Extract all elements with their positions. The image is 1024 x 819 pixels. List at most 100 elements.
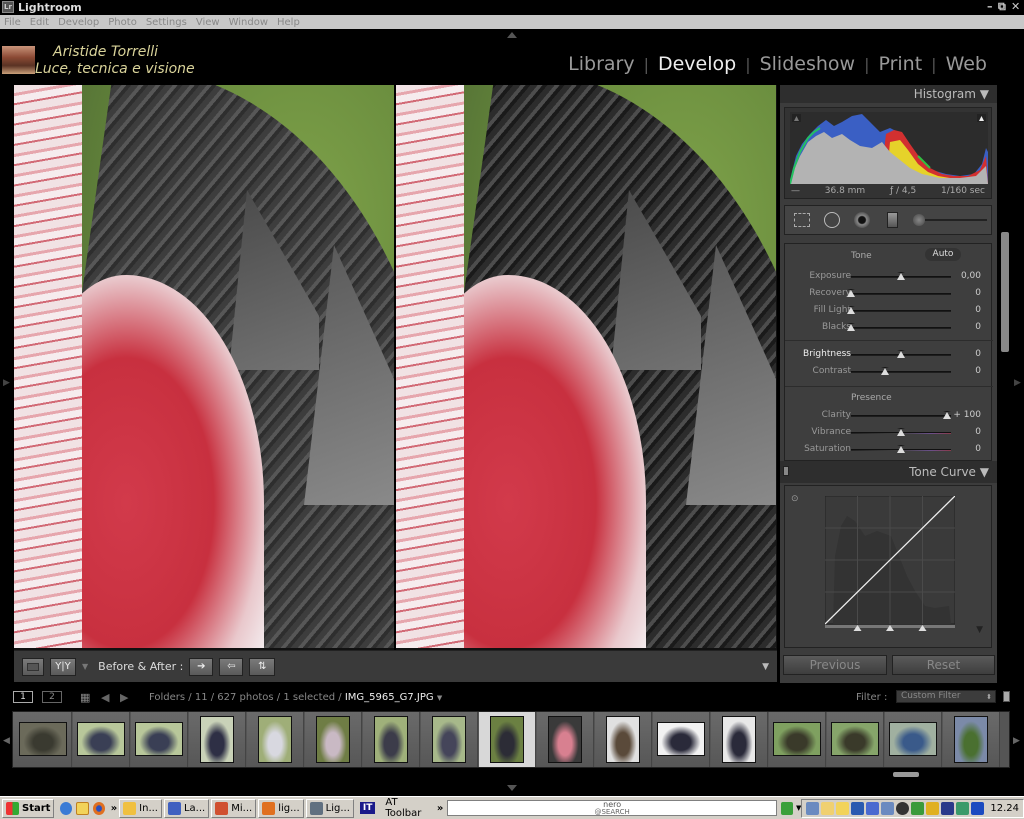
- collapse-filmstrip-icon[interactable]: [507, 785, 517, 791]
- second-window-button[interactable]: 2: [42, 691, 62, 703]
- filmstrip-cell[interactable]: [73, 712, 130, 767]
- red-eye-icon[interactable]: [853, 211, 871, 229]
- tray-app-icon[interactable]: [956, 801, 970, 815]
- slider-value[interactable]: + 100: [953, 410, 981, 420]
- firefox-icon[interactable]: [92, 801, 105, 815]
- slider-value[interactable]: 0,00: [961, 271, 981, 281]
- slider-value[interactable]: 0: [975, 427, 981, 437]
- tray-app-icon[interactable]: [896, 801, 910, 815]
- collapse-triangle-icon[interactable]: ▼: [976, 625, 983, 635]
- filmstrip-cell[interactable]: [479, 712, 536, 767]
- tone-curve-graph[interactable]: [825, 496, 955, 632]
- module-develop[interactable]: Develop: [649, 53, 745, 75]
- language-indicator[interactable]: IT: [359, 802, 376, 814]
- panel-toggle-switch[interactable]: [783, 466, 789, 476]
- slider-value[interactable]: 0: [975, 322, 981, 332]
- filmstrip-cell[interactable]: [189, 712, 246, 767]
- slider-value[interactable]: 0: [975, 305, 981, 315]
- tone-curve-panel-header[interactable]: Tone Curve ▼: [780, 461, 997, 483]
- menu-view[interactable]: View: [196, 17, 220, 28]
- menu-edit[interactable]: Edit: [30, 17, 49, 28]
- expand-left-panel-icon[interactable]: ▶: [3, 378, 10, 388]
- filmstrip-cell[interactable]: [769, 712, 826, 767]
- filmstrip-cell[interactable]: [247, 712, 304, 767]
- taskbar-task[interactable]: In...: [119, 798, 162, 818]
- filmstrip-cell[interactable]: [827, 712, 884, 767]
- search-input[interactable]: nero @SEARCH: [447, 800, 777, 816]
- spot-removal-icon[interactable]: [823, 211, 841, 229]
- start-button[interactable]: Start: [2, 798, 55, 818]
- toolbar-content-menu-icon[interactable]: ▼: [762, 662, 769, 672]
- module-library[interactable]: Library: [559, 53, 643, 75]
- before-after-view-button[interactable]: Y|Y: [50, 657, 76, 676]
- taskbar-task[interactable]: lig...: [258, 798, 304, 818]
- shield-icon[interactable]: [926, 801, 940, 815]
- taskbar-task[interactable]: Lig...: [305, 798, 354, 818]
- filmstrip-cell[interactable]: [15, 712, 72, 767]
- slider-thumb[interactable]: [897, 428, 905, 436]
- filmstrip-cell[interactable]: [537, 712, 594, 767]
- slider-track[interactable]: [851, 310, 951, 312]
- go-arrow-icon[interactable]: [780, 801, 793, 815]
- clock-icon[interactable]: [836, 801, 850, 815]
- loupe-view-button[interactable]: [22, 657, 44, 676]
- previous-button[interactable]: Previous: [783, 655, 887, 675]
- view-mode-dropdown-icon[interactable]: ▼: [82, 662, 88, 671]
- reset-button[interactable]: Reset: [892, 655, 995, 675]
- back-arrow-icon[interactable]: ◀: [101, 691, 109, 704]
- source-dropdown-icon[interactable]: ▼: [437, 694, 442, 702]
- slider-thumb[interactable]: [897, 445, 905, 453]
- histogram-panel-header[interactable]: Histogram ▼: [780, 85, 997, 103]
- taskbar-task[interactable]: La...: [163, 798, 210, 818]
- slider-track[interactable]: [851, 371, 951, 373]
- filmstrip-cell[interactable]: [943, 712, 1000, 767]
- targeted-adjustment-icon[interactable]: ⊙: [791, 494, 799, 504]
- filmstrip-cell[interactable]: [363, 712, 420, 767]
- ie-icon[interactable]: [60, 801, 73, 815]
- mail-icon[interactable]: [821, 801, 835, 815]
- collapse-triangle-icon[interactable]: ▼: [980, 87, 989, 101]
- slider-thumb[interactable]: [897, 350, 905, 358]
- module-web[interactable]: Web: [937, 53, 996, 75]
- graduated-filter-icon[interactable]: [883, 211, 901, 229]
- collapse-top-panel-icon[interactable]: [507, 32, 517, 38]
- slider-thumb[interactable]: [847, 306, 855, 314]
- right-panel-scrollbar[interactable]: [1001, 232, 1009, 352]
- module-print[interactable]: Print: [869, 53, 931, 75]
- source-breadcrumb[interactable]: Folders / 11 / 627 photos / 1 selected /…: [149, 692, 442, 703]
- tray-app-icon[interactable]: [911, 801, 925, 815]
- copy-after-to-before-button[interactable]: ⇦: [219, 657, 244, 676]
- filmstrip-cell[interactable]: [421, 712, 478, 767]
- tray-app-icon[interactable]: [881, 801, 895, 815]
- minimize-icon[interactable]: –: [987, 0, 993, 13]
- restore-icon[interactable]: ⧉: [998, 0, 1006, 14]
- network-icon[interactable]: [806, 801, 820, 815]
- forward-arrow-icon[interactable]: ▶: [120, 691, 128, 704]
- filmstrip-scroll-right-icon[interactable]: ▶: [1013, 736, 1020, 746]
- menu-window[interactable]: Window: [229, 17, 268, 28]
- module-slideshow[interactable]: Slideshow: [751, 53, 864, 75]
- slider-thumb[interactable]: [847, 323, 855, 331]
- slider-track[interactable]: [851, 293, 951, 295]
- crop-overlay-icon[interactable]: [793, 211, 811, 229]
- filter-lock-toggle[interactable]: [1003, 691, 1010, 702]
- menu-help[interactable]: Help: [277, 17, 300, 28]
- slider-value[interactable]: 0: [975, 349, 981, 359]
- slider-thumb[interactable]: [881, 367, 889, 375]
- filmstrip-cell[interactable]: [131, 712, 188, 767]
- slider-value[interactable]: 0: [975, 288, 981, 298]
- menu-develop[interactable]: Develop: [58, 17, 99, 28]
- adjustment-brush-icon[interactable]: [913, 214, 987, 226]
- filmstrip-cell[interactable]: [595, 712, 652, 767]
- slider-value[interactable]: 0: [975, 366, 981, 376]
- swap-before-after-button[interactable]: ⇅: [249, 657, 276, 676]
- tray-app-icon[interactable]: [971, 801, 985, 815]
- histogram[interactable]: — 36.8 mm ƒ / 4,5 1/160 sec: [784, 107, 992, 199]
- grid-view-icon[interactable]: ▦: [80, 691, 90, 704]
- tray-app-icon[interactable]: [941, 801, 955, 815]
- close-icon[interactable]: ✕: [1011, 0, 1020, 13]
- after-image[interactable]: [396, 85, 776, 648]
- slider-track[interactable]: [851, 415, 951, 417]
- clock-icon[interactable]: [76, 801, 89, 815]
- filmstrip-cell[interactable]: [653, 712, 710, 767]
